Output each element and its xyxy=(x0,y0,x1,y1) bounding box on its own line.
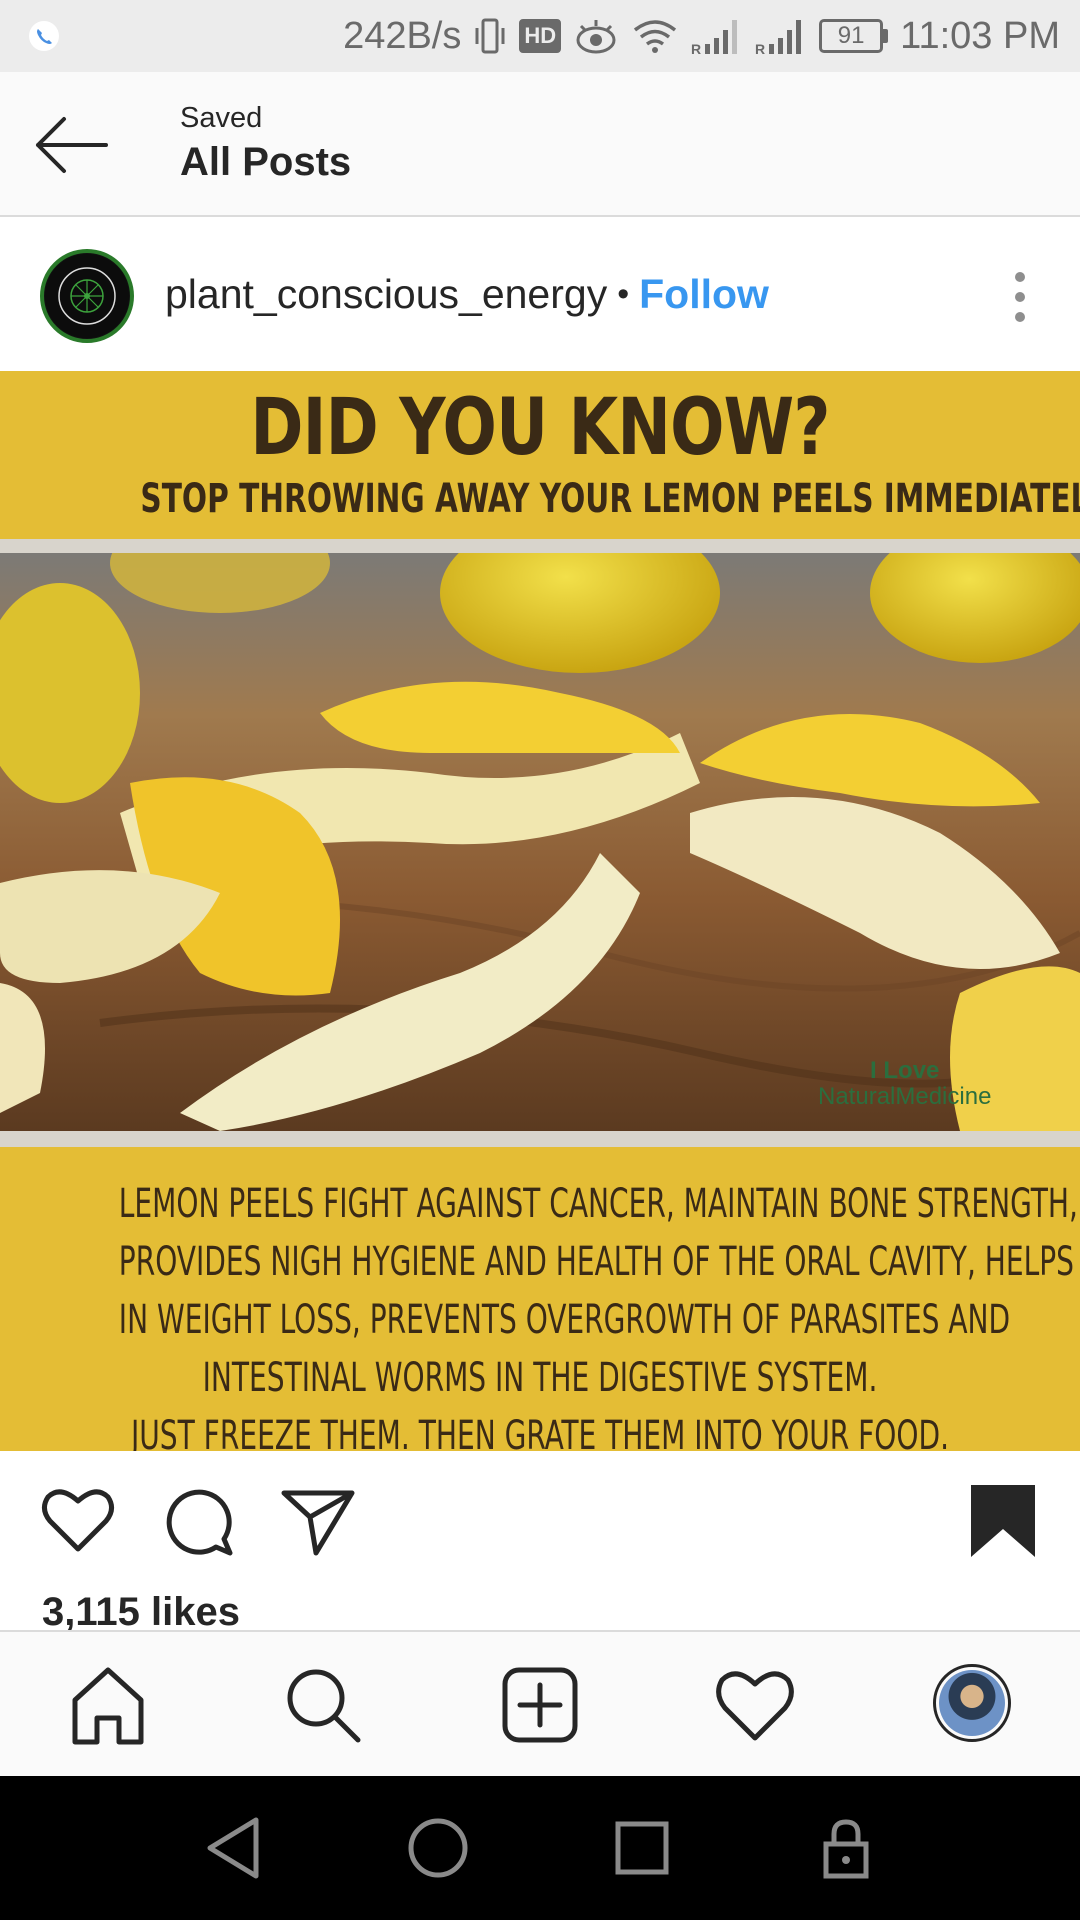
new-post-icon[interactable] xyxy=(495,1660,585,1750)
back-triangle-icon[interactable] xyxy=(192,1806,276,1890)
lock-icon[interactable] xyxy=(804,1806,888,1890)
separator-dot: • xyxy=(617,275,630,313)
like-heart-icon[interactable] xyxy=(38,1481,118,1561)
author-avatar[interactable] xyxy=(40,249,134,343)
recents-square-icon[interactable] xyxy=(600,1806,684,1890)
system-navigation-bar xyxy=(0,1776,1080,1920)
svg-text:R: R xyxy=(691,41,701,56)
network-speed: 242B/s xyxy=(343,14,462,57)
fact-line: JUST FREEZE THEM. THEN GRATE THEM INTO Y… xyxy=(130,1413,950,1451)
photo-frame: I Love NaturalMedicine xyxy=(0,539,1080,1147)
bookmark-saved-icon[interactable] xyxy=(963,1481,1043,1561)
page-title: All Posts xyxy=(180,140,352,184)
battery-level: 91 xyxy=(819,19,884,53)
signal-icon: R xyxy=(755,20,802,56)
fact-line: PROVIDES NIGH HYGIENE AND HEALTH OF THE … xyxy=(118,1239,1074,1285)
lemon-peels-photo xyxy=(0,553,1080,1131)
eye-icon xyxy=(576,20,616,54)
author-username[interactable]: plant_conscious_energy xyxy=(165,271,607,318)
app-header: Saved All Posts xyxy=(0,72,1080,217)
author-logo xyxy=(45,254,129,338)
home-icon[interactable] xyxy=(63,1660,153,1750)
follow-button[interactable]: Follow xyxy=(639,271,769,318)
profile-avatar[interactable] xyxy=(933,1664,1011,1742)
post-actions xyxy=(0,1451,1080,1591)
clock: 11:03 PM xyxy=(900,14,1060,57)
hd-badge: HD xyxy=(519,19,562,53)
bottom-navigation xyxy=(0,1630,1080,1776)
header-subtitle: Saved xyxy=(180,102,263,134)
watermark-line2: NaturalMedicine xyxy=(818,1083,992,1110)
battery-indicator: 91 xyxy=(819,19,889,53)
vibrate-icon xyxy=(475,18,505,54)
svg-text:R: R xyxy=(755,41,765,56)
post-image[interactable]: DID YOU KNOW? STOP THROWING AWAY YOUR LE… xyxy=(0,371,1080,1451)
activity-heart-icon[interactable] xyxy=(710,1660,800,1750)
search-icon[interactable] xyxy=(278,1660,368,1750)
battery-tip xyxy=(883,29,889,43)
likes-count[interactable]: 3,115 likes xyxy=(42,1590,240,1635)
image-watermark: I Love NaturalMedicine xyxy=(818,1058,991,1110)
back-arrow-icon[interactable] xyxy=(28,110,118,180)
image-top-banner: DID YOU KNOW? STOP THROWING AWAY YOUR LE… xyxy=(0,371,1080,539)
post-header: plant_conscious_energy • Follow xyxy=(0,219,1080,371)
share-direct-icon[interactable] xyxy=(278,1481,358,1561)
signal-icon: R xyxy=(691,20,738,56)
watermark-line1: I Love xyxy=(870,1057,940,1084)
more-options-icon[interactable] xyxy=(1000,267,1040,327)
fact-line: LEMON PEELS FIGHT AGAINST CANCER, MAINTA… xyxy=(118,1181,1078,1227)
call-icon xyxy=(29,21,59,51)
image-headline: DID YOU KNOW? xyxy=(250,383,830,473)
fact-line: INTESTINAL WORMS IN THE DIGESTIVE SYSTEM… xyxy=(202,1355,878,1401)
status-icons: 242B/s HD R R 91 11:03 PM xyxy=(343,0,1060,72)
image-subheadline: STOP THROWING AWAY YOUR LEMON PEELS IMME… xyxy=(140,476,1080,522)
comment-icon[interactable] xyxy=(158,1481,238,1561)
home-circle-icon[interactable] xyxy=(396,1806,480,1890)
fact-line: IN WEIGHT LOSS, PREVENTS OVERGROWTH OF P… xyxy=(118,1297,1011,1343)
image-facts-banner: LEMON PEELS FIGHT AGAINST CANCER, MAINTA… xyxy=(0,1147,1080,1451)
post-meta: plant_conscious_energy • Follow xyxy=(165,271,769,318)
status-bar: 242B/s HD R R 91 11:03 PM xyxy=(0,0,1080,72)
profile-photo xyxy=(939,1670,1005,1736)
wifi-icon xyxy=(634,20,677,53)
